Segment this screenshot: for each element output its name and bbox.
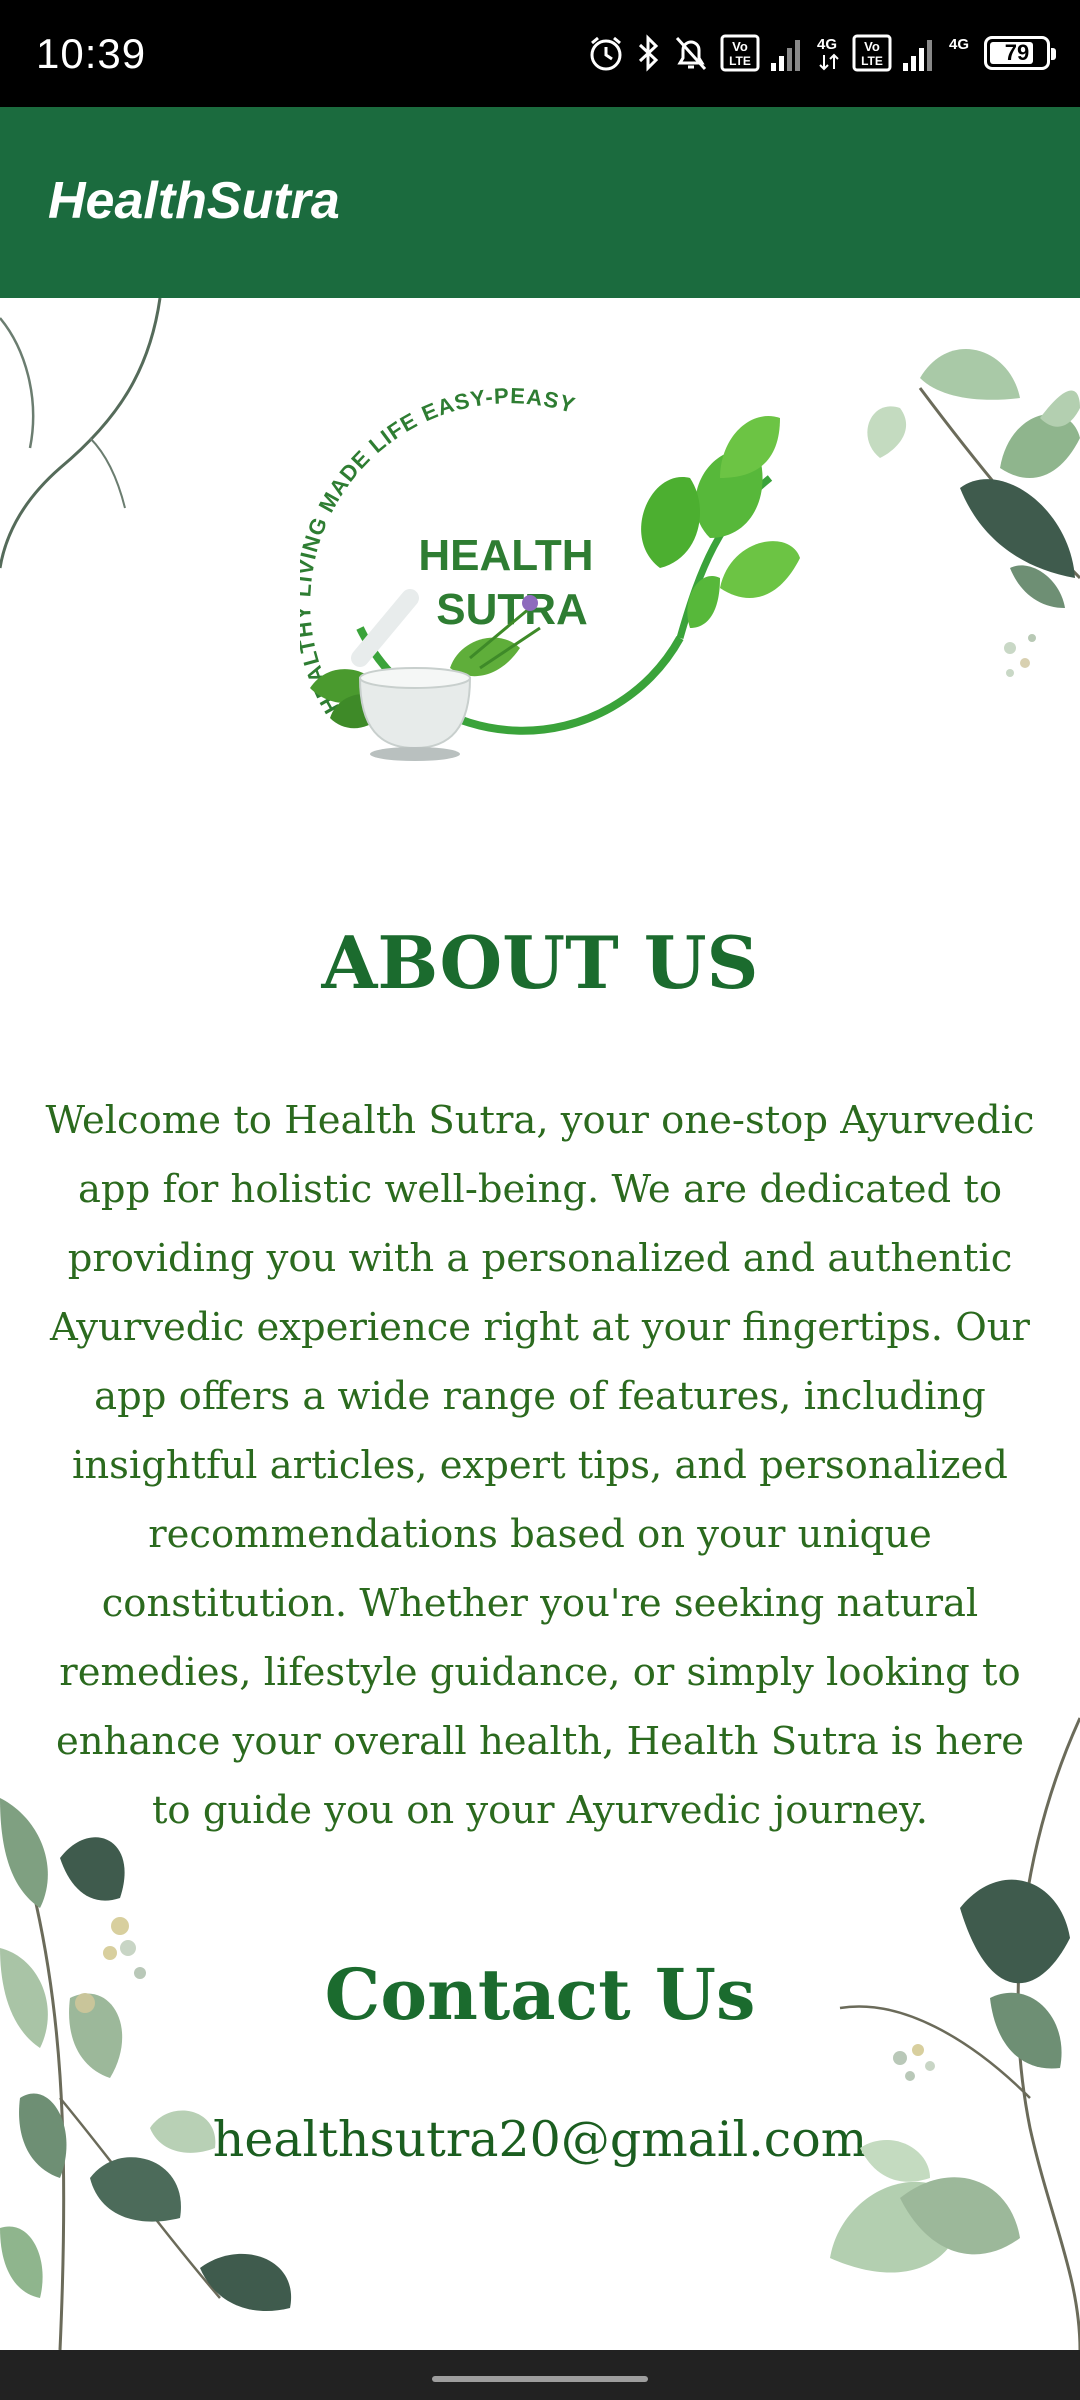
logo-line-health: HEALTH: [418, 531, 593, 580]
alarm-icon: [586, 33, 626, 73]
app-bar: HealthSutra: [0, 107, 1080, 298]
svg-text:LTE: LTE: [861, 54, 883, 68]
svg-text:Vo: Vo: [864, 39, 880, 54]
about-us-heading: ABOUT US: [321, 920, 759, 1005]
signal-icon-2: [902, 33, 938, 73]
signal-icon-1: [770, 33, 806, 73]
battery-icon: 79: [984, 36, 1056, 70]
vine-decoration-top-left: [0, 298, 162, 569]
app-title: HealthSutra: [48, 172, 340, 230]
status-time: 10:39: [36, 30, 147, 77]
leaves-decoration-bottom-left: [0, 1798, 292, 2350]
navigation-bar: [0, 2350, 1080, 2400]
about-page-content[interactable]: HEALTHY LIVING MADE LIFE EASY-PEASY HEAL…: [0, 298, 1080, 2350]
volte-icon-2: Vo LTE: [852, 33, 892, 73]
network-4g-icon-2: 4G: [948, 33, 974, 73]
leaves-decoration-bottom-right: [830, 1717, 1080, 2350]
svg-text:4G: 4G: [949, 36, 969, 53]
volte-icon-1: Vo LTE: [720, 33, 760, 73]
logo-line-sutra: SUTRA: [436, 585, 588, 634]
bluetooth-icon: [636, 33, 662, 73]
svg-text:LTE: LTE: [729, 54, 751, 68]
health-sutra-logo: HEALTHY LIVING MADE LIFE EASY-PEASY HEAL…: [300, 388, 800, 761]
bell-off-icon: [672, 33, 710, 73]
battery-level: 79: [1004, 40, 1030, 65]
network-4g-icon-1: 4G: [816, 33, 842, 73]
home-indicator[interactable]: [432, 2376, 648, 2382]
status-icons: Vo LTE 4G Vo LTE 4G 79: [586, 28, 1056, 78]
svg-text:Vo: Vo: [732, 39, 748, 54]
status-bar: 10:39 Vo LTE 4G Vo LTE 4G 79: [0, 0, 1080, 107]
leaves-decoration-top-right: [867, 349, 1080, 677]
svg-text:4G: 4G: [817, 36, 837, 53]
